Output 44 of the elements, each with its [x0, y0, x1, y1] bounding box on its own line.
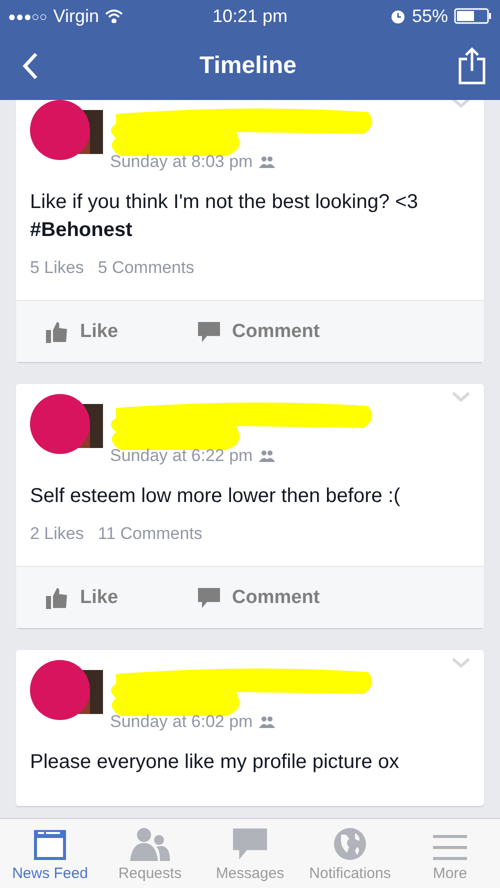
page-title: Timeline [200, 52, 296, 80]
comment-icon [198, 320, 220, 342]
comment-button[interactable]: Comment [198, 586, 320, 608]
message-icon [233, 827, 267, 861]
alarm-icon [390, 8, 406, 24]
battery-percent: 55% [412, 6, 448, 26]
globe-icon [333, 827, 367, 861]
battery-icon [454, 8, 492, 24]
friends-icon [258, 156, 275, 168]
thumbs-up-icon [46, 320, 68, 342]
news-feed-icon [33, 829, 67, 861]
post-text: Self esteem low more lower then before :( [29, 484, 402, 509]
thumbs-up-icon [46, 586, 68, 608]
likes-count[interactable]: 5 Likes [30, 258, 84, 278]
friends-icon [258, 716, 275, 728]
clock-time: 10:21 pm [212, 6, 288, 26]
share-icon[interactable] [458, 47, 486, 85]
wifi-icon [104, 9, 123, 23]
post-time: Sunday at 6:22 pm [110, 446, 253, 466]
post-text: Like if you think I'm not the best looking? <3 #Behonest [29, 190, 419, 243]
tab-bar-item[interactable]: News Feed [0, 819, 100, 888]
comments-count[interactable]: 5 Comments [98, 258, 194, 278]
post-time: Sunday at 8:03 pm [110, 152, 253, 172]
comment-icon [198, 586, 220, 608]
tab-bar-item[interactable]: Notifications [300, 819, 400, 888]
tab-bar-item[interactable]: Messages [200, 819, 300, 888]
carrier-name: Virgin [53, 6, 99, 26]
post-text: Please everyone like my profile picture ox [29, 750, 400, 775]
likes-count[interactable]: 2 Likes [30, 524, 84, 544]
like-button[interactable]: Like [46, 320, 118, 342]
chevron-down-icon[interactable] [452, 658, 470, 668]
signal-strength: ●●●○○ [8, 8, 48, 24]
comments-count[interactable]: 11 Comments [98, 524, 202, 544]
chevron-down-icon[interactable] [452, 392, 470, 402]
comment-button[interactable]: Comment [198, 320, 320, 342]
like-button[interactable]: Like [46, 586, 118, 608]
post-time: Sunday at 6:02 pm [110, 712, 253, 732]
back-icon[interactable] [22, 52, 38, 80]
friends-icon [258, 450, 275, 462]
friends-icon [130, 827, 170, 861]
tab-bar-item[interactable]: More [400, 819, 500, 888]
tab-bar-item[interactable]: Requests [100, 819, 200, 888]
chevron-down-icon[interactable] [452, 100, 470, 108]
menu-icon [433, 835, 467, 861]
